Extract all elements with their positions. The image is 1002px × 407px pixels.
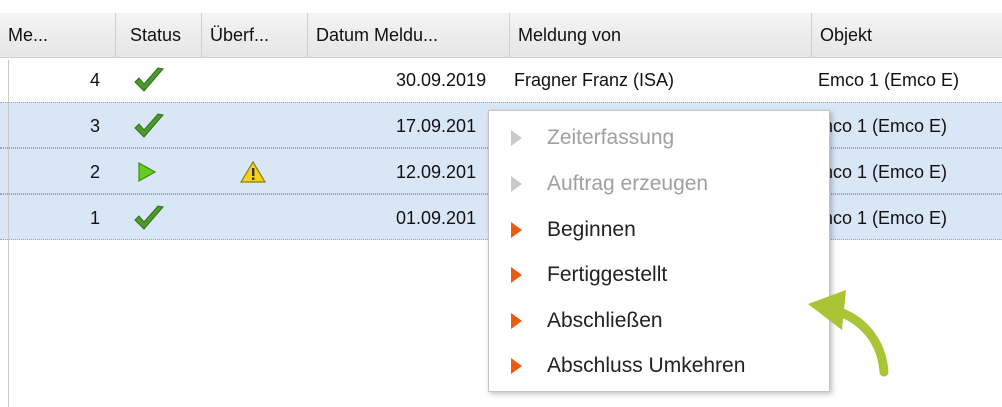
menu-arrow-icon: [511, 222, 522, 238]
column-header-meldung-von[interactable]: Meldung von: [510, 13, 812, 57]
column-header-nr[interactable]: Me...: [0, 13, 116, 57]
annotation-arrow-icon: [808, 290, 889, 377]
row-nr: 4: [89, 70, 100, 90]
menu-item-label: Beginnen: [547, 218, 636, 241]
menu-item-abschluss-umkehren[interactable]: Abschluss Umkehren: [489, 343, 829, 389]
menu-item-auftrag-erzeugen[interactable]: Auftrag erzeugen: [489, 161, 829, 207]
table-row[interactable]: 4 30.09.2019 Fragner Franz (ISA) Emco 1 …: [0, 57, 1002, 103]
menu-arrow-icon: [511, 358, 522, 374]
menu-item-label: Fertiggestellt: [547, 263, 668, 286]
row-objekt: Emco 1 (Emco E): [818, 70, 960, 90]
row-meldung-von: Fragner Franz (ISA): [514, 70, 675, 90]
menu-item-fertiggestellt[interactable]: Fertiggestellt: [489, 252, 829, 298]
menu-arrow-icon: [511, 176, 522, 192]
menu-item-label: Auftrag erzeugen: [547, 172, 709, 195]
menu-arrow-icon: [511, 313, 522, 329]
checkmark-icon: [134, 113, 164, 138]
column-header-objekt[interactable]: Objekt: [812, 13, 1002, 57]
menu-item-label: Abschließen: [547, 309, 663, 332]
row-nr: 3: [89, 116, 100, 136]
menu-item-label: Zeiterfassung: [547, 126, 675, 149]
row-objekt: mco 1 (Emco E): [818, 208, 948, 228]
column-header-status[interactable]: Status: [116, 13, 202, 57]
checkmark-icon: [134, 205, 164, 230]
warning-icon: [239, 160, 267, 183]
context-menu: Zeiterfassung Auftrag erzeugen Beginnen …: [488, 110, 830, 392]
checkmark-icon: [134, 67, 164, 92]
row-datum: 12.09.201: [396, 162, 477, 182]
row-datum: 17.09.201: [396, 116, 477, 136]
row-objekt: mco 1 (Emco E): [818, 162, 948, 182]
menu-item-beginnen[interactable]: Beginnen: [489, 207, 829, 253]
menu-arrow-icon: [511, 267, 522, 283]
play-icon: [138, 161, 157, 183]
row-objekt: mco 1 (Emco E): [818, 116, 948, 136]
row-datum: 30.09.2019: [396, 70, 487, 90]
menu-arrow-icon: [511, 130, 522, 146]
row-datum: 01.09.201: [396, 208, 477, 228]
row-nr: 1: [89, 208, 100, 228]
menu-item-label: Abschluss Umkehren: [547, 354, 746, 377]
menu-item-zeiterfassung[interactable]: Zeiterfassung: [489, 115, 829, 161]
grid-header: Me... Status Überf... Datum Meldu... Mel…: [0, 13, 1002, 58]
row-nr: 2: [89, 162, 100, 182]
column-header-datum[interactable]: Datum Meldu...: [308, 13, 510, 57]
column-header-ueberfaellig[interactable]: Überf...: [202, 13, 308, 57]
menu-item-abschliessen[interactable]: Abschließen: [489, 298, 829, 344]
grid-left-border: [8, 60, 9, 407]
